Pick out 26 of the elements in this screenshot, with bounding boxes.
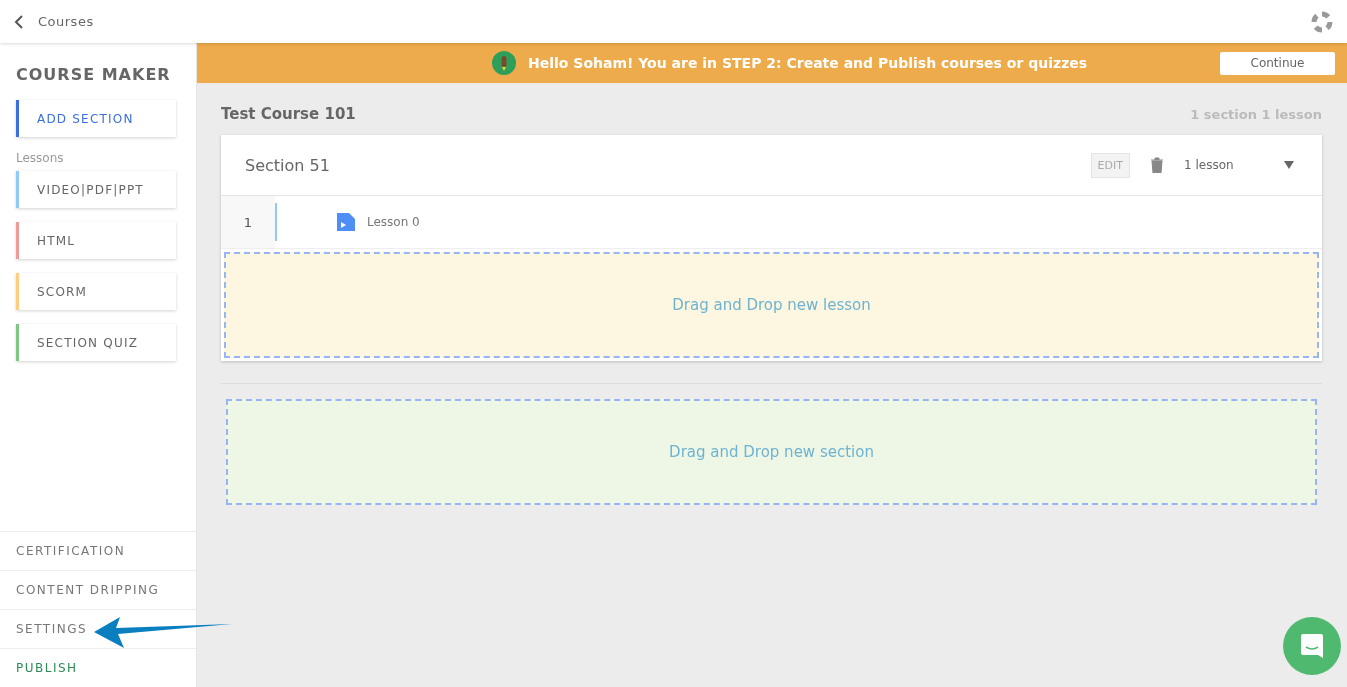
sidebar-nav-item[interactable]: CONTENT DRIPPING — [0, 570, 196, 609]
section-title: Section 51 — [245, 155, 331, 175]
continue-button[interactable]: Continue — [1220, 51, 1335, 75]
course-title: Test Course 101 — [221, 105, 356, 123]
lesson-title[interactable]: Lesson 0 — [367, 215, 420, 229]
lesson-type-button[interactable]: HTML — [16, 222, 176, 259]
video-file-icon — [337, 213, 355, 231]
banner-message: Hello Soham! You are in STEP 2: Create and Publish courses or quizzes — [528, 55, 1089, 71]
help-lifebuoy-icon[interactable] — [1311, 10, 1333, 33]
lesson-count: 1 lesson — [1184, 158, 1235, 172]
sidebar-title: COURSE MAKER — [16, 65, 172, 84]
back-link[interactable]: Courses — [14, 14, 94, 29]
chat-bubble-icon — [1299, 633, 1325, 659]
rocket-icon — [492, 51, 516, 75]
lesson-type-button[interactable]: SCORM — [16, 273, 176, 310]
caret-down-icon[interactable] — [1284, 161, 1294, 169]
lesson-type-button[interactable]: SECTION QUIZ — [16, 324, 176, 361]
sidebar-nav-item[interactable]: PUBLISH — [0, 648, 196, 687]
chat-button[interactable] — [1283, 617, 1341, 675]
lesson-type-button[interactable]: VIDEO|PDF|PPT — [16, 171, 176, 208]
lesson-number: 1 — [221, 196, 275, 248]
lessons-label: Lessons — [16, 151, 65, 165]
add-section-button[interactable]: ADD SECTION — [16, 100, 176, 137]
sidebar-nav-item[interactable]: CERTIFICATION — [0, 531, 196, 570]
trash-icon[interactable] — [1150, 157, 1164, 173]
chevron-left-icon — [14, 14, 24, 29]
